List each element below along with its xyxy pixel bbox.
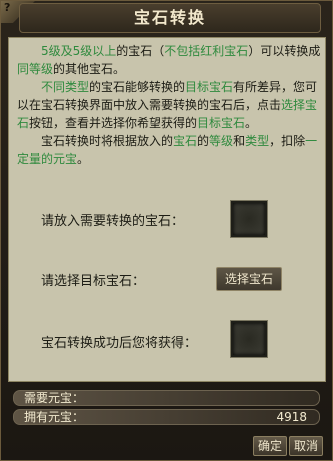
- desc-p3-run: ，扣除: [269, 134, 306, 148]
- desc-p3-run: 宝石转换时将根据放入的: [41, 134, 174, 148]
- desc-p2-run: 不同类型: [41, 80, 90, 94]
- desc-p1-run: 不包括红利宝石: [164, 44, 249, 58]
- owned-currency-value: 4918: [276, 410, 307, 424]
- desc-p2-run: 目标宝石: [197, 116, 246, 130]
- result-label: 宝石转换成功后您将获得：: [41, 336, 198, 351]
- desc-p2-run: 按钮，查看并选择你希望获得的: [29, 116, 198, 130]
- select-gem-button[interactable]: 选择宝石: [216, 267, 282, 291]
- content-panel: 5级及5级以上的宝石（不包括红利宝石）可以转换成同等级的其他宝石。 不同类型的宝…: [8, 37, 326, 382]
- desc-p2-run: 。: [245, 116, 258, 130]
- desc-p3-run: 的: [197, 134, 210, 148]
- desc-paragraph-3: 宝石转换时将根据放入的宝石的等级和类型，扣除一定量的元宝。: [17, 132, 321, 168]
- desc-p3-run: 类型: [245, 134, 270, 148]
- desc-paragraph-2: 不同类型的宝石能够转换的目标宝石有所差异，您可以在宝石转换界面中放入需要转换的宝…: [17, 78, 321, 132]
- desc-p2-run: 目标宝石: [185, 80, 234, 94]
- desc-p1-run: 同等级: [17, 62, 54, 76]
- owned-currency-bar: 拥有元宝： 4918: [13, 409, 320, 425]
- description-text: 5级及5级以上的宝石（不包括红利宝石）可以转换成同等级的其他宝石。 不同类型的宝…: [17, 42, 321, 168]
- desc-paragraph-1: 5级及5级以上的宝石（不包括红利宝石）可以转换成同等级的其他宝石。: [17, 42, 321, 78]
- source-gem-slot[interactable]: [231, 201, 267, 237]
- desc-p3-run: 。: [77, 152, 90, 166]
- cancel-button[interactable]: 取消: [289, 436, 323, 456]
- window-title: 宝石转换: [19, 3, 321, 33]
- owned-currency-label: 拥有元宝：: [24, 410, 85, 424]
- desc-p1-run: ）可以转换成: [248, 44, 321, 58]
- result-gem-slot: [231, 321, 267, 357]
- desc-p1-run: 的其他宝石。: [53, 62, 126, 76]
- gem-convert-window: ? 宝石转换 5级及5级以上的宝石（不包括红利宝石）可以转换成同等级的其他宝石。…: [0, 0, 333, 461]
- required-currency-label: 需要元宝：: [24, 391, 85, 405]
- desc-p1-run: 5级及5级以上: [41, 44, 117, 58]
- desc-p2-run: 的宝石能够转换的: [89, 80, 186, 94]
- desc-p1-run: 的宝石（: [116, 44, 165, 58]
- desc-p3-run: 和: [233, 134, 246, 148]
- confirm-button[interactable]: 确定: [253, 436, 287, 456]
- put-gem-label: 请放入需要转换的宝石：: [41, 214, 185, 229]
- target-gem-label: 请选择目标宝石：: [41, 274, 146, 289]
- desc-p3-run: 宝石: [173, 134, 198, 148]
- required-currency-bar: 需要元宝：: [13, 390, 320, 406]
- desc-p3-run: 等级: [209, 134, 234, 148]
